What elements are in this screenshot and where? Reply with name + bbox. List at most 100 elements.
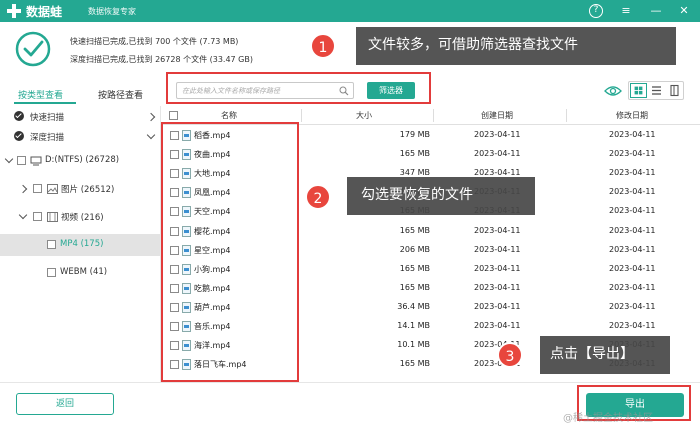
tab-by-type[interactable]: 按类型查看 (18, 88, 63, 101)
step-1-callout: 文件较多，可借助筛选器查找文件 (356, 27, 676, 65)
tree-item-videos[interactable]: 视频 (216) (0, 208, 160, 226)
file-created-date: 2023-04-11 (474, 282, 521, 292)
file-modified-date: 2023-04-11 (609, 301, 656, 311)
select-all-checkbox[interactable] (169, 111, 178, 120)
column-divider (566, 109, 567, 122)
deep-scan-result: 深度扫描已完成,已找到 26728 个文件 (33.47 GB) (70, 55, 253, 64)
file-size: 347 MB (399, 168, 430, 178)
chevron-down-icon[interactable] (146, 130, 156, 140)
step-2-text: 勾选要恢复的文件 (361, 187, 473, 203)
file-created-date: 2023-04-11 (474, 321, 521, 330)
active-tab-underline (14, 102, 76, 104)
tree-label: D:(NTFS) (26728) (45, 155, 120, 165)
file-created-date: 2023-04-11 (474, 168, 521, 178)
file-created-date: 2023-04-11 (474, 244, 521, 254)
file-created-date: 2023-04-11 (474, 149, 521, 159)
file-modified-date: 2023-04-11 (609, 225, 656, 235)
file-size: 14.1 MB (397, 321, 430, 330)
file-size: 165 MB (399, 263, 430, 273)
tree-item-mp4[interactable]: MP4 (175) (0, 234, 160, 256)
step-2-callout: 勾选要恢复的文件 (347, 177, 535, 215)
column-created[interactable]: 创建日期 (481, 110, 513, 121)
column-name[interactable]: 名称 (221, 110, 237, 121)
quick-scan-check-icon[interactable] (14, 111, 24, 121)
file-size: 36.4 MB (397, 301, 430, 311)
watermark: @稀土掘金技术社区 (563, 413, 653, 424)
file-modified-date: 2023-04-11 (609, 321, 656, 330)
image-folder-icon (47, 184, 58, 194)
file-created-date: 2023-04-11 (474, 263, 521, 273)
title-bar: 数据蛙 数据恢复专家 ? ≡ — ✕ (0, 0, 700, 22)
file-modified-date: 2023-04-11 (609, 168, 656, 178)
file-modified-date: 2023-04-11 (609, 244, 656, 254)
tree-item-webm[interactable]: WEBM (41) (0, 264, 160, 282)
quick-scan-result: 快速扫描已完成,已找到 700 个文件 (7.73 MB) (70, 37, 239, 46)
tree-item-quick-scan[interactable]: 快速扫描 (0, 108, 160, 126)
file-modified-date: 2023-04-11 (609, 263, 656, 273)
drive-checkbox[interactable] (17, 156, 26, 165)
file-modified-date: 2023-04-11 (609, 187, 656, 197)
file-size: 206 MB (399, 244, 430, 254)
tree-label: 深度扫描 (30, 133, 65, 143)
step-3-text: 点击【导出】 (550, 346, 634, 362)
step-3-badge: 3 (497, 342, 523, 368)
tree-label: WEBM (41) (60, 267, 108, 277)
file-modified-date: 2023-04-11 (609, 130, 656, 139)
tree-label: MP4 (175) (60, 239, 104, 249)
tree-item-deep-scan[interactable]: 深度扫描 (0, 128, 160, 146)
images-checkbox[interactable] (33, 184, 42, 193)
video-folder-icon (47, 212, 58, 222)
file-modified-date: 2023-04-11 (609, 206, 656, 216)
list-view-icon[interactable] (648, 83, 665, 98)
file-size: 165 MB (399, 149, 430, 159)
column-size[interactable]: 大小 (356, 110, 372, 121)
app-logo-icon (7, 4, 21, 18)
column-divider (301, 109, 302, 122)
preview-eye-icon[interactable] (604, 84, 622, 98)
file-size: 165 MB (399, 359, 430, 369)
file-size: 179 MB (399, 130, 430, 139)
file-modified-date: 2023-04-11 (609, 149, 656, 159)
chevron-down-icon[interactable] (4, 154, 14, 164)
file-names-annotation-box (161, 122, 299, 382)
app-title: 数据蛙 (26, 5, 63, 19)
tree-label: 快速扫描 (30, 113, 65, 123)
app-subtitle: 数据恢复专家 (88, 7, 136, 16)
column-modified[interactable]: 修改日期 (616, 110, 648, 121)
help-icon[interactable]: ? (589, 4, 603, 18)
videos-checkbox[interactable] (33, 212, 42, 221)
tab-by-path[interactable]: 按路径查看 (98, 88, 143, 101)
minimize-icon[interactable]: — (648, 3, 664, 19)
deep-scan-check-icon[interactable] (14, 131, 24, 141)
back-button[interactable]: 返回 (16, 393, 114, 415)
file-modified-date: 2023-04-11 (609, 282, 656, 292)
tree-item-images[interactable]: 图片 (26512) (0, 180, 160, 198)
grid-view-icon[interactable] (630, 83, 647, 98)
webm-checkbox[interactable] (47, 268, 56, 277)
step-2-badge: 2 (305, 184, 331, 210)
step-1-badge: 1 (310, 33, 336, 59)
scan-complete-icon (15, 31, 51, 67)
tree-item-drive[interactable]: D:(NTFS) (26728) (0, 152, 160, 170)
step-3-callout: 点击【导出】 (540, 336, 670, 374)
file-size: 10.1 MB (397, 340, 430, 350)
menu-icon[interactable]: ≡ (618, 3, 634, 19)
step-1-text: 文件较多，可借助筛选器查找文件 (368, 37, 578, 53)
file-created-date: 2023-04-11 (474, 130, 521, 139)
chevron-right-icon[interactable] (146, 112, 156, 122)
chevron-right-icon[interactable] (18, 184, 28, 194)
close-icon[interactable]: ✕ (676, 3, 692, 19)
category-tree: 快速扫描 深度扫描 D:(NTFS) (26728) 图片 (26512) 视频… (0, 106, 161, 382)
tree-label: 图片 (26512) (61, 185, 115, 195)
column-divider (433, 109, 434, 122)
mp4-checkbox[interactable] (47, 240, 56, 249)
detail-view-icon[interactable] (666, 83, 683, 98)
search-annotation-box (166, 72, 431, 104)
file-size: 165 MB (399, 282, 430, 292)
view-mode-group (628, 81, 684, 100)
drive-icon (30, 156, 42, 166)
tree-label: 视频 (216) (61, 213, 104, 223)
file-created-date: 2023-04-11 (474, 225, 521, 235)
file-size: 165 MB (399, 225, 430, 235)
chevron-down-icon[interactable] (18, 210, 28, 220)
